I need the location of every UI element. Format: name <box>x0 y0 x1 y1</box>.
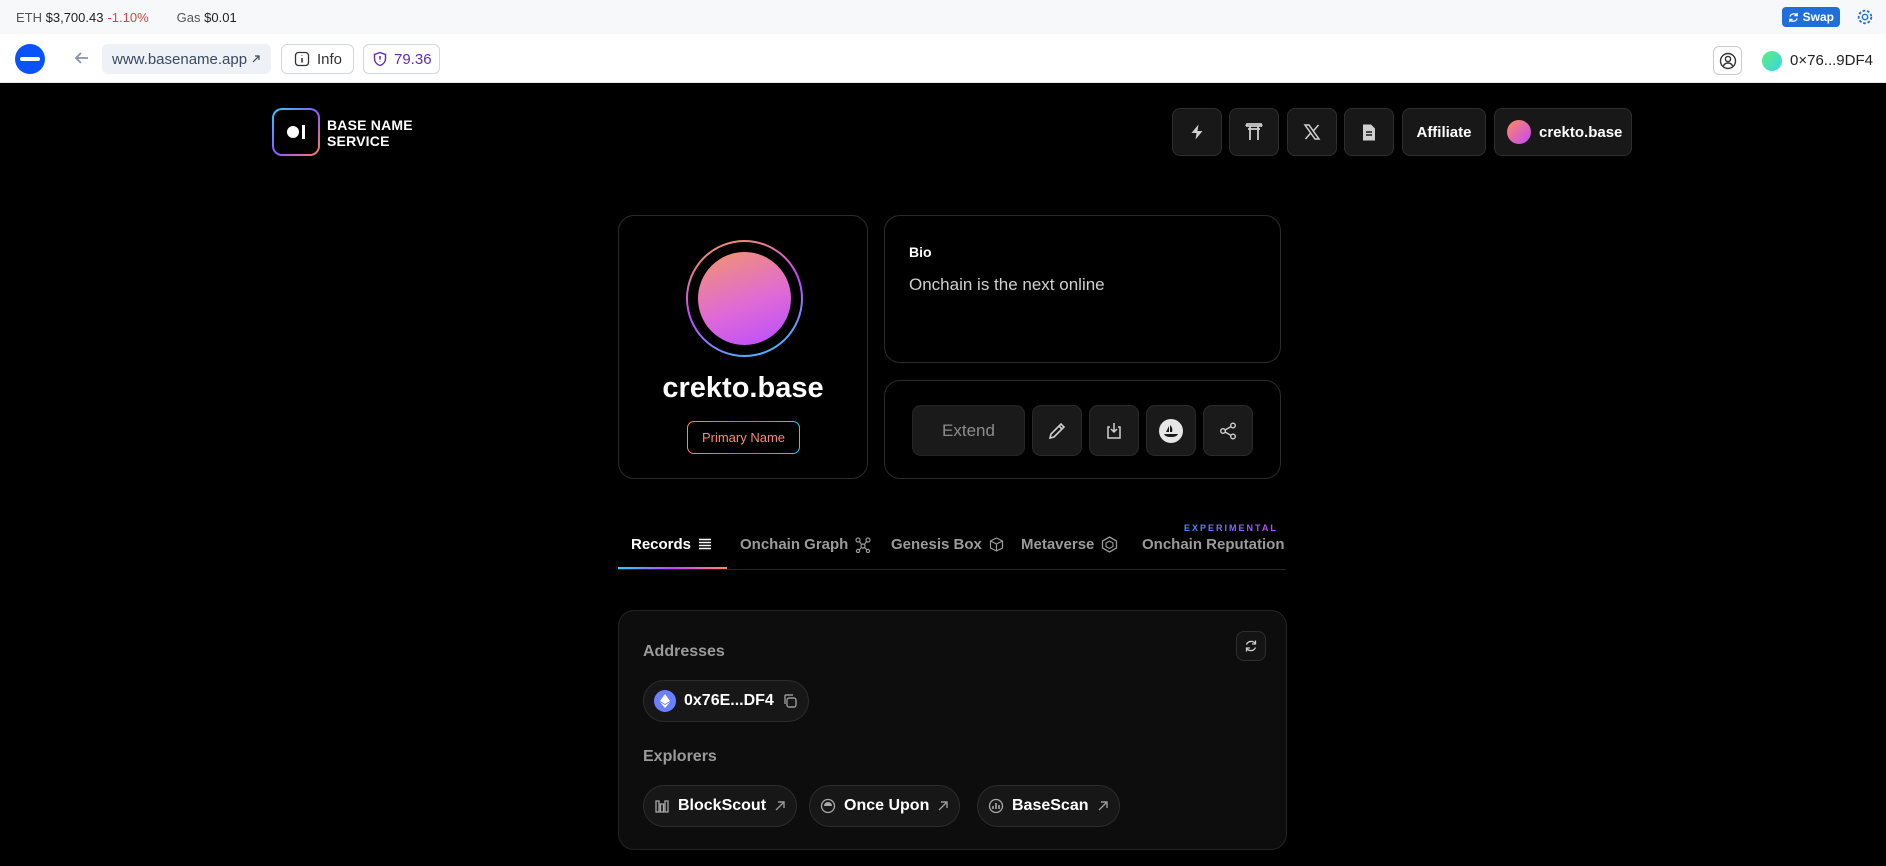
lightning-button[interactable] <box>1172 108 1222 156</box>
tab-onchain-graph[interactable]: Onchain Graph <box>740 536 871 553</box>
user-circle-icon <box>1719 52 1736 69</box>
profile-name: crekto.base <box>662 372 824 404</box>
explorer-link-blockscout[interactable]: BlockScout <box>643 785 798 827</box>
wallet-address-button[interactable]: 0×76...9DF4 <box>1762 46 1873 75</box>
explorers-label: Explorers <box>643 748 717 765</box>
eth-address-chip[interactable]: 0x76E...DF4 <box>643 680 809 722</box>
refresh-icon <box>1245 640 1257 652</box>
tab-genesis-box[interactable]: Genesis Box <box>891 536 1004 553</box>
x-logo-icon <box>1303 124 1321 140</box>
active-tab-indicator <box>618 567 727 569</box>
share-icon <box>1220 422 1236 439</box>
bio-text: Onchain is the next online <box>909 275 1105 294</box>
extension-toolbar: www.basename.app Info 79.36 0×76...9DF4 <box>0 34 1886 83</box>
bio-card: Bio Onchain is the next online <box>884 215 1281 363</box>
basescan-icon <box>988 798 1004 814</box>
price-ticker-bar: ETH $3,700.43 -1.10% Gas $0.01 <box>0 0 1886 34</box>
refresh-records-button[interactable] <box>1236 631 1266 661</box>
list-icon <box>699 538 712 550</box>
edit-button[interactable] <box>1032 405 1082 456</box>
lightning-icon <box>1191 124 1203 140</box>
document-icon <box>1363 124 1375 140</box>
docs-button[interactable] <box>1344 108 1394 156</box>
explorer-link-once-upon[interactable]: Once Upon <box>809 785 961 827</box>
base-logo-icon[interactable] <box>15 44 45 74</box>
extend-button[interactable]: Extend <box>912 405 1025 456</box>
pencil-icon <box>1048 422 1066 439</box>
external-link-icon <box>1097 800 1109 812</box>
eth-price-change: -1.10% <box>107 9 149 25</box>
tab-metaverse[interactable]: Metaverse <box>1021 536 1118 553</box>
site-title[interactable]: BASE NAME SERVICE <box>327 117 437 149</box>
gas-price: Gas $0.01 <box>176 9 237 25</box>
cube-icon <box>989 537 1003 552</box>
site-url-link[interactable]: www.basename.app <box>102 44 272 74</box>
wallet-avatar <box>1762 50 1782 71</box>
profile-card: crekto.base Primary Name <box>618 215 868 479</box>
bns-logo-icon[interactable] <box>272 108 320 156</box>
refresh-icon <box>1788 12 1798 22</box>
copy-icon[interactable] <box>782 693 798 709</box>
account-button[interactable] <box>1713 46 1742 75</box>
external-link-icon <box>252 55 260 63</box>
experimental-label: EXPERIMENTAL <box>1184 523 1278 533</box>
blockscout-icon <box>655 800 669 813</box>
user-avatar <box>1507 120 1531 144</box>
swap-button[interactable]: Swap <box>1781 7 1840 27</box>
tab-records[interactable]: Records <box>631 536 712 553</box>
info-icon <box>294 51 310 67</box>
info-button[interactable]: Info <box>281 44 354 74</box>
primary-name-badge: Primary Name <box>687 421 800 454</box>
bio-title: Bio <box>909 244 932 260</box>
profile-tabs: EXPERIMENTAL Records Onchain Graph Genes… <box>618 520 1286 570</box>
torii-gate-icon <box>1245 123 1263 140</box>
gate-button[interactable] <box>1229 108 1279 156</box>
x-social-button[interactable] <box>1287 108 1337 156</box>
external-link-icon <box>937 800 949 812</box>
external-link-icon <box>774 800 786 812</box>
profile-avatar <box>686 240 803 357</box>
eth-price: ETH $3,700.43 <box>16 9 104 25</box>
hexagon-cube-icon <box>1102 536 1118 553</box>
addresses-label: Addresses <box>643 643 725 660</box>
ethereum-icon <box>654 690 676 712</box>
opensea-icon <box>1159 418 1183 443</box>
affiliate-button[interactable]: Affiliate <box>1402 108 1486 156</box>
download-tray-icon <box>1107 422 1121 439</box>
opensea-button[interactable] <box>1146 405 1196 456</box>
security-score-button[interactable]: 79.36 <box>363 44 440 74</box>
graph-nodes-icon <box>855 536 871 553</box>
share-button[interactable] <box>1203 405 1253 456</box>
user-name-button[interactable]: crekto.base <box>1494 108 1632 156</box>
download-button[interactable] <box>1089 405 1139 456</box>
tab-onchain-reputation[interactable]: Onchain Reputation <box>1142 536 1285 553</box>
gear-icon[interactable] <box>1856 8 1874 26</box>
actions-card: Extend <box>884 380 1281 479</box>
back-arrow-icon[interactable] <box>72 48 92 68</box>
records-panel: Addresses 0x76E...DF4 Explorers BlockSco… <box>618 610 1287 850</box>
once-upon-icon <box>820 798 836 814</box>
explorer-link-basescan[interactable]: BaseScan <box>977 785 1120 827</box>
shield-icon <box>373 51 387 67</box>
